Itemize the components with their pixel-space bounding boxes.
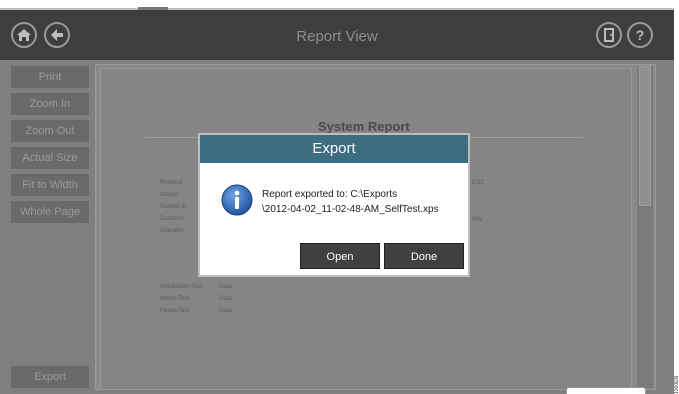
report-title: System Report (318, 119, 410, 134)
test-name: MotionTest: (160, 296, 191, 302)
info-icon (221, 184, 253, 216)
export-button[interactable]: Export (11, 366, 89, 388)
test-name: InitializationTest: (160, 284, 205, 290)
svg-text:?: ? (636, 27, 645, 43)
report-field-label: Status: (160, 192, 179, 198)
done-button[interactable]: Done (384, 243, 464, 269)
home-icon (17, 29, 31, 41)
actual-size-button[interactable]: Actual Size (11, 147, 89, 169)
zoom-in-button[interactable]: Zoom In (11, 93, 89, 115)
scrollbar-thumb[interactable] (639, 66, 651, 206)
dialog-title: Export (200, 135, 468, 163)
title-bar: Report View (0, 10, 674, 60)
help-icon: ? (636, 27, 645, 43)
test-result: Pass (219, 284, 233, 290)
bottom-tab (566, 387, 646, 394)
export-dialog: Export Report exported to: C:\Exports \2… (198, 133, 470, 277)
dialog-message: Report exported to: C:\Exports \2012-04-… (262, 189, 439, 215)
open-button[interactable]: Open (300, 243, 380, 269)
back-button[interactable] (44, 22, 70, 48)
report-field-label: Duration: (160, 216, 185, 222)
back-arrow-icon (51, 29, 63, 41)
print-button[interactable]: Print (11, 66, 89, 88)
whole-page-button[interactable]: Whole Page (11, 201, 89, 223)
figure-id: 1000EN (674, 375, 679, 394)
zoom-out-button[interactable]: Zoom Out (11, 120, 89, 142)
report-field-value: CSC (472, 180, 485, 186)
report-field-label: Operator: (160, 228, 186, 234)
exit-button[interactable] (596, 22, 622, 48)
report-field-value: WN (472, 217, 482, 223)
help-button[interactable]: ? (627, 22, 653, 48)
fit-to-width-button[interactable]: Fit to Width (11, 174, 89, 196)
top-strip (0, 0, 674, 10)
report-field-label: Started at: (160, 204, 188, 210)
door-exit-icon (604, 28, 614, 42)
test-result: Pass (219, 308, 233, 314)
test-name: HeaterTest: (160, 308, 191, 314)
report-field-label: Protocol: (160, 180, 184, 186)
home-button[interactable] (11, 22, 37, 48)
test-result: Pass (219, 296, 233, 302)
window-title: Report View (296, 28, 378, 45)
